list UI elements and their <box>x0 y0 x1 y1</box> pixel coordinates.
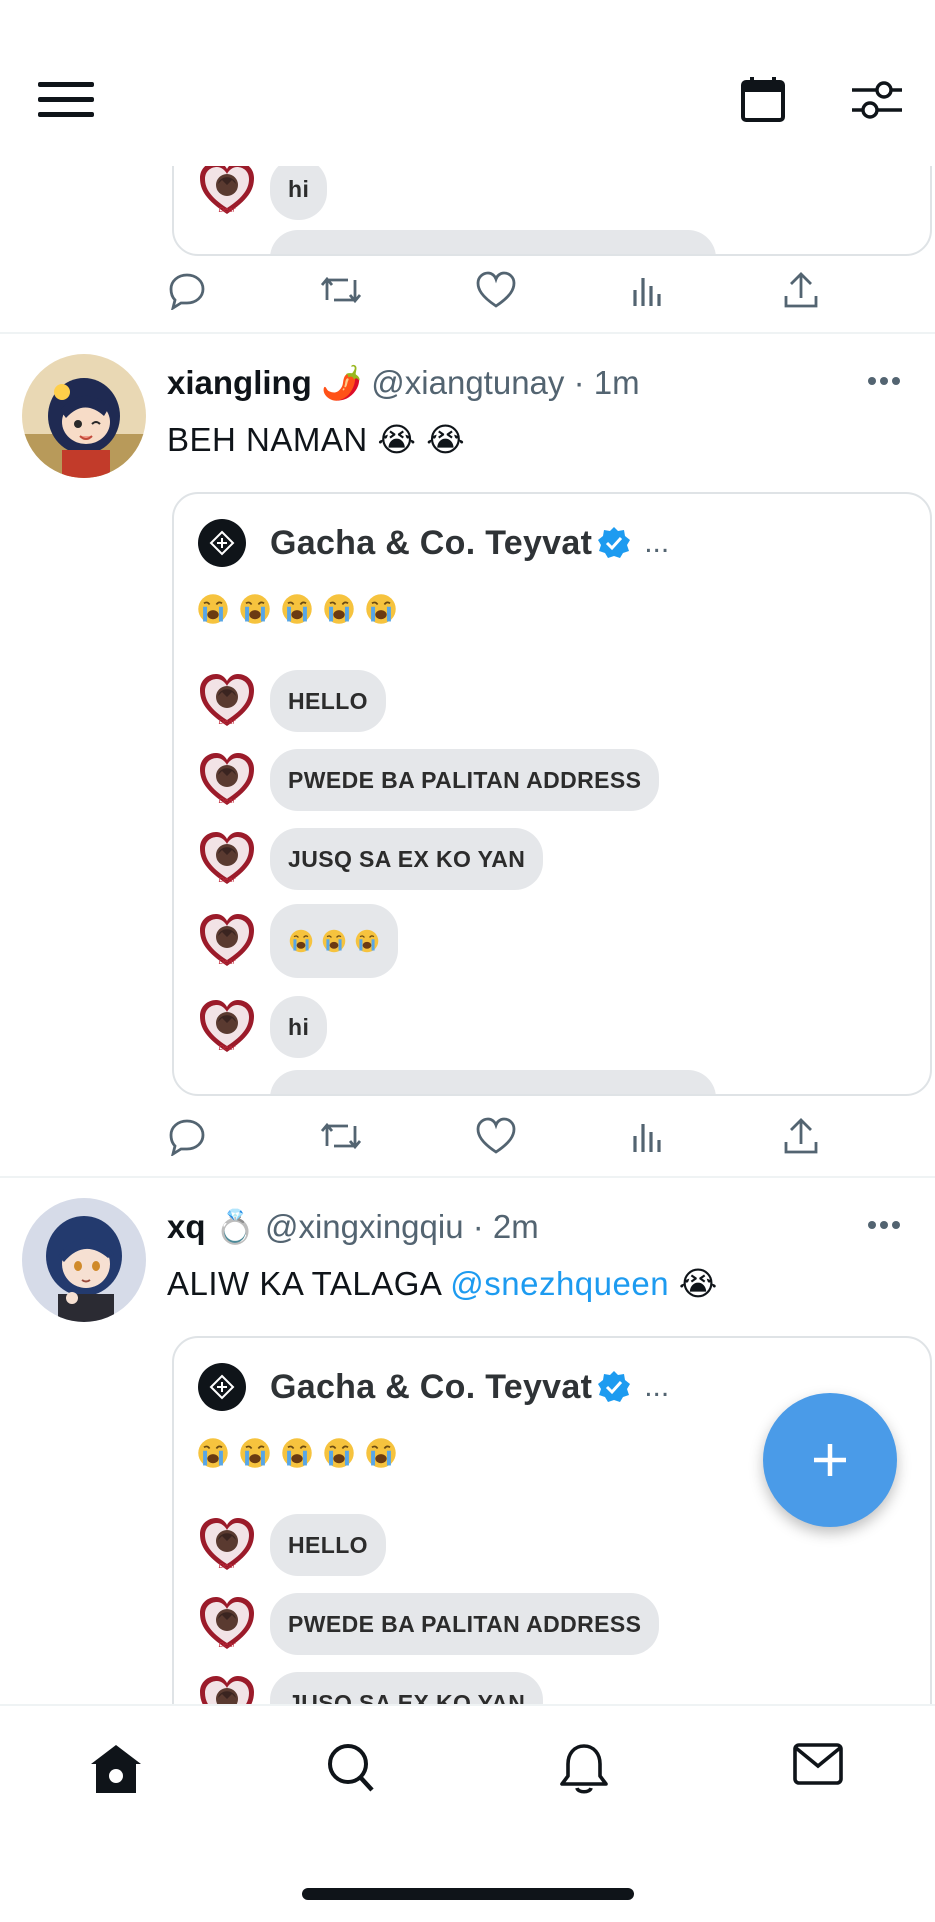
share-icon[interactable] <box>782 270 820 310</box>
chat-bubble: HELLO <box>270 670 386 732</box>
messages-icon[interactable] <box>792 1742 844 1788</box>
calendar-icon[interactable] <box>740 76 786 124</box>
quoted-name: Gacha & Co. Teyvat <box>270 523 593 562</box>
chat-bubble: HELLO <box>270 1514 386 1576</box>
share-icon[interactable] <box>782 1116 820 1156</box>
chat-message: HELLO <box>196 670 386 732</box>
tweet-text-part: ALIW KA TALAGA <box>167 1265 451 1302</box>
more-icon[interactable] <box>867 1220 901 1230</box>
chat-message: JUSQ SA EX KO YAN <box>196 1672 544 1704</box>
quoted-emojis <box>196 592 398 626</box>
chat-message <box>196 230 716 254</box>
chat-bubble: JUSQ SA EX KO YAN <box>270 1672 544 1704</box>
quoted-header: Gacha & Co. Teyvat ... <box>198 1362 669 1412</box>
chat-message: PWEDE BA PALITAN ADDRESS <box>196 749 660 811</box>
quoted-avatar <box>198 519 246 567</box>
timestamp: · 2m <box>472 1208 539 1245</box>
chat-avatar <box>196 1514 258 1576</box>
views-icon[interactable] <box>630 1116 666 1156</box>
chat-bubble: PWEDE BA PALITAN ADDRESS <box>270 749 660 811</box>
quoted-header: Gacha & Co. Teyvat ... <box>198 518 669 568</box>
tweet-header: xq 💍 @xingxingqiu · 2m <box>167 1208 539 1247</box>
chat-bubble: hi <box>270 996 328 1058</box>
post-actions <box>0 270 935 320</box>
chat-avatar <box>196 749 258 811</box>
name-emoji: 💍 <box>214 1208 256 1245</box>
hamburger-icon[interactable] <box>38 82 94 118</box>
avatar[interactable] <box>22 354 146 478</box>
display-name[interactable]: xq <box>167 1208 206 1245</box>
verified-badge-icon <box>598 527 631 558</box>
notifications-icon[interactable] <box>558 1742 610 1796</box>
sliders-icon[interactable] <box>850 76 904 124</box>
views-icon[interactable] <box>630 270 666 310</box>
reply-icon[interactable] <box>167 270 207 310</box>
tweet-text: BEH NAMAN 😭 😭 <box>167 421 466 458</box>
timestamp: · 1m <box>573 364 640 401</box>
compose-button[interactable] <box>763 1393 897 1527</box>
chat-bubble <box>270 230 716 254</box>
post-actions <box>0 1116 935 1166</box>
chat-bubble: PWEDE BA PALITAN ADDRESS <box>270 1593 660 1655</box>
chat-message <box>196 1070 716 1094</box>
search-icon[interactable] <box>326 1742 376 1794</box>
chat-message: JUSQ SA EX KO YAN <box>196 828 544 890</box>
display-name[interactable]: xiangling <box>167 364 312 401</box>
tweet[interactable]: xiangling 🌶️ @xiangtunay · 1m BEH NAMAN … <box>0 334 935 1176</box>
plus-icon <box>814 1444 846 1476</box>
chat-bubble: hi <box>270 158 328 220</box>
like-icon[interactable] <box>475 270 517 310</box>
like-icon[interactable] <box>475 1116 517 1156</box>
chat-avatar <box>196 1593 258 1655</box>
chat-bubble <box>270 1070 716 1094</box>
chat-bubble <box>270 904 398 978</box>
handle[interactable]: @xiangtunay <box>371 364 564 401</box>
quoted-ellipsis: ... <box>644 526 670 559</box>
more-icon[interactable] <box>867 376 901 386</box>
verified-badge-icon <box>598 1371 631 1402</box>
avatar[interactable] <box>22 1198 146 1322</box>
retweet-icon[interactable] <box>318 1116 364 1156</box>
chat-message <box>196 904 398 978</box>
chat-message: hi <box>196 158 328 220</box>
name-emoji: 🌶️ <box>321 364 363 401</box>
quoted-avatar <box>198 1363 246 1411</box>
tweet-text: ALIW KA TALAGA @snezhqueen 😭 <box>167 1264 718 1303</box>
reply-icon[interactable] <box>167 1116 207 1156</box>
mention-link[interactable]: @snezhqueen <box>450 1265 669 1302</box>
chat-avatar <box>196 1672 258 1704</box>
retweet-icon[interactable] <box>318 270 364 310</box>
quoted-name: Gacha & Co. Teyvat <box>270 1367 593 1406</box>
chat-avatar <box>196 828 258 890</box>
tweet-header: xiangling 🌶️ @xiangtunay · 1m <box>167 364 640 403</box>
chat-message: HELLO <box>196 1514 386 1576</box>
chat-message: hi <box>196 996 328 1058</box>
home-indicator[interactable] <box>302 1888 634 1900</box>
chat-message: PWEDE BA PALITAN ADDRESS <box>196 1593 660 1655</box>
chat-avatar <box>196 910 258 972</box>
chat-bubble: JUSQ SA EX KO YAN <box>270 828 544 890</box>
chat-avatar <box>196 158 258 220</box>
quoted-ellipsis: ... <box>644 1370 670 1403</box>
chat-avatar <box>196 996 258 1058</box>
top-bar <box>0 0 935 166</box>
quoted-emojis <box>196 1436 398 1470</box>
chat-avatar <box>196 670 258 732</box>
tweet-text-part: 😭 <box>669 1265 718 1302</box>
home-icon[interactable] <box>88 1742 144 1796</box>
handle[interactable]: @xingxingqiu <box>265 1208 464 1245</box>
quoted-post[interactable]: Gacha & Co. Teyvat ... HELLO PWEDE BA PA… <box>172 492 932 1096</box>
